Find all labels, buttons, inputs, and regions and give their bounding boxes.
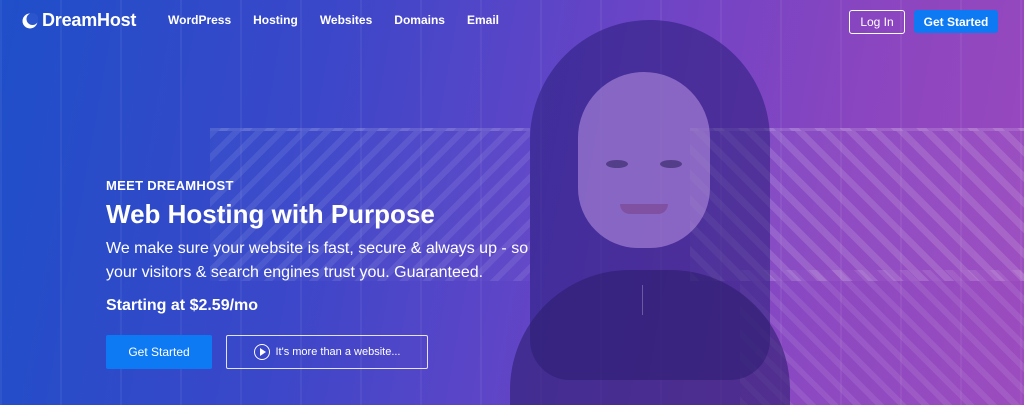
person-mouth	[620, 204, 668, 214]
menu-item-email[interactable]: Email	[467, 13, 499, 27]
menu-item-domains[interactable]: Domains	[394, 13, 445, 27]
hero-price: Starting at $2.59/mo	[106, 297, 259, 314]
get-started-nav-button[interactable]: Get Started	[914, 10, 998, 33]
menu-item-websites[interactable]: Websites	[320, 13, 372, 27]
hero-cta-row: Get Started It's more than a website...	[106, 335, 428, 369]
person-eye-right	[660, 160, 682, 168]
crescent-moon-icon	[22, 12, 38, 28]
watch-video-button[interactable]: It's more than a website...	[226, 335, 428, 369]
brand-name: DreamHost	[42, 10, 137, 30]
menu-item-wordpress[interactable]: WordPress	[168, 13, 231, 27]
top-navigation: DreamHost WordPress Hosting Websites Dom…	[0, 0, 1024, 42]
hero-content: MEET DREAMHOST Web Hosting with Purpose …	[106, 178, 546, 315]
get-started-hero-button[interactable]: Get Started	[106, 335, 212, 369]
hero-headline: Web Hosting with Purpose	[106, 199, 435, 229]
hero-eyebrow: MEET DREAMHOST	[106, 178, 234, 193]
watch-video-label: It's more than a website...	[275, 346, 401, 358]
login-button[interactable]: Log In	[849, 10, 905, 34]
main-menu: WordPress Hosting Websites Domains Email	[168, 13, 521, 27]
person-face	[578, 72, 710, 248]
brand-logo[interactable]: DreamHost	[22, 10, 136, 31]
hero-person-photo	[510, 20, 790, 405]
hero-section: DreamHost WordPress Hosting Websites Dom…	[0, 0, 1024, 405]
play-circle-icon	[253, 344, 270, 360]
hero-description: We make sure your website is fast, secur…	[106, 240, 529, 281]
person-necklace	[642, 285, 649, 315]
person-eye-left	[606, 160, 628, 168]
menu-item-hosting[interactable]: Hosting	[253, 13, 298, 27]
